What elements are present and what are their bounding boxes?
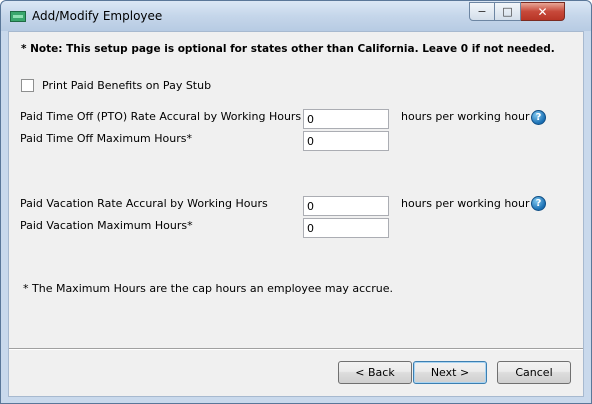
print-benefits-checkbox[interactable] xyxy=(21,79,34,92)
window-title: Add/Modify Employee xyxy=(32,9,163,23)
max-hours-footnote: * The Maximum Hours are the cap hours an… xyxy=(23,282,393,295)
employee-dialog-window: Add/Modify Employee − □ ✕ * Note: This s… xyxy=(0,0,592,404)
print-benefits-label: Print Paid Benefits on Pay Stub xyxy=(42,79,212,92)
cancel-button[interactable]: Cancel xyxy=(497,361,571,384)
caption-buttons: − □ ✕ xyxy=(469,2,565,21)
pto-max-label: Paid Time Off Maximum Hours* xyxy=(20,132,192,145)
optional-note: * Note: This setup page is optional for … xyxy=(21,43,555,55)
pto-help-icon[interactable]: ? xyxy=(531,110,546,125)
maximize-button[interactable]: □ xyxy=(495,2,521,21)
vacation-rate-unit: hours per working hour xyxy=(401,197,530,210)
back-button[interactable]: < Back xyxy=(338,361,412,384)
minimize-button[interactable]: − xyxy=(469,2,495,21)
pto-rate-label: Paid Time Off (PTO) Rate Accural by Work… xyxy=(20,110,302,123)
close-button[interactable]: ✕ xyxy=(521,2,565,21)
print-benefits-row[interactable]: Print Paid Benefits on Pay Stub xyxy=(21,79,211,92)
pto-rate-input[interactable] xyxy=(303,109,389,129)
footer-separator xyxy=(9,348,583,350)
vacation-rate-input[interactable] xyxy=(303,196,389,216)
dialog-client-area: * Note: This setup page is optional for … xyxy=(8,31,584,397)
vacation-max-input[interactable] xyxy=(303,218,389,238)
vacation-rate-label: Paid Vacation Rate Accural by Working Ho… xyxy=(20,197,268,210)
vacation-help-icon[interactable]: ? xyxy=(531,196,546,211)
title-bar[interactable]: Add/Modify Employee − □ ✕ xyxy=(1,1,591,31)
vacation-max-label: Paid Vacation Maximum Hours* xyxy=(20,219,193,232)
next-button[interactable]: Next > xyxy=(413,361,487,384)
pto-rate-unit: hours per working hour xyxy=(401,110,530,123)
app-icon xyxy=(10,11,26,22)
pto-max-input[interactable] xyxy=(303,131,389,151)
